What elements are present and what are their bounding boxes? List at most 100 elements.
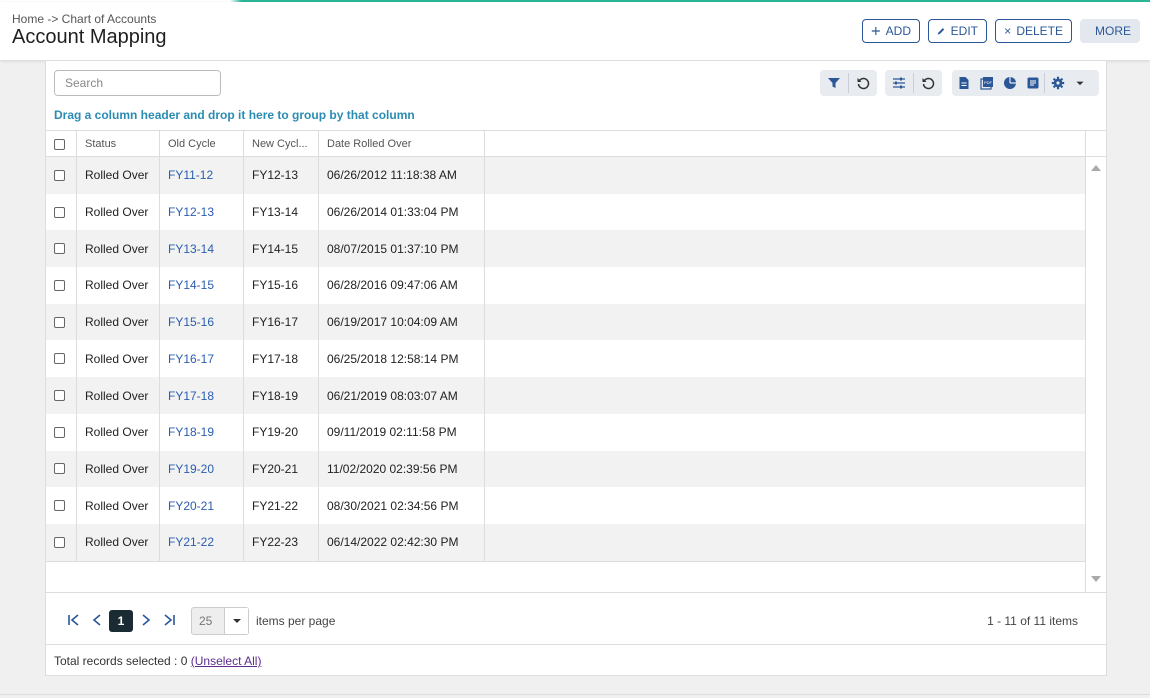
status-cell: Rolled Over [85, 535, 149, 550]
old-cycle-link[interactable]: FY12-13 [168, 194, 214, 231]
prev-page-button[interactable] [90, 611, 104, 629]
row-checkbox[interactable] [54, 316, 65, 328]
date-rolled-over-cell: 06/14/2022 02:42:30 PM [327, 535, 459, 550]
search-input[interactable] [55, 71, 220, 95]
row-checkbox[interactable] [54, 169, 65, 181]
table-row[interactable]: Rolled Over FY16-17 FY17-18 06/25/2018 12:5… [46, 341, 1085, 378]
table-row[interactable]: Rolled Over FY18-19 FY19-20 09/11/2019 02:1… [46, 414, 1085, 451]
table-row[interactable]: Rolled Over FY19-20 FY20-21 11/02/2020 02:3… [46, 450, 1085, 488]
row-select-cell [54, 267, 65, 304]
table-row[interactable]: Rolled Over FY13-14 FY14-15 08/07/2015 01:3… [46, 230, 1085, 268]
row-select-cell [54, 341, 65, 378]
last-page-button[interactable] [161, 611, 177, 629]
pager-info: 1 - 11 of 11 items [987, 614, 1078, 628]
settings-dropdown[interactable] [1071, 70, 1089, 96]
first-page-button[interactable] [66, 611, 82, 629]
report-button[interactable] [1021, 70, 1044, 96]
col-header-date-rolled-over[interactable]: Date Rolled Over [327, 131, 411, 157]
new-cycle-cell: FY21-22 [252, 498, 299, 513]
status-cell: Rolled Over [85, 205, 149, 220]
status-cell: Rolled Over [85, 425, 149, 440]
column-settings-button[interactable] [885, 70, 913, 96]
old-cycle-link[interactable]: FY16-17 [168, 341, 214, 378]
row-checkbox[interactable] [54, 390, 65, 402]
edit-button[interactable]: EDIT [928, 19, 987, 43]
new-cycle-cell: FY17-18 [252, 351, 299, 366]
date-rolled-over-cell: 06/28/2016 09:47:06 AM [327, 278, 458, 293]
old-cycle-link[interactable]: FY14-15 [168, 267, 214, 304]
column-divider [484, 131, 485, 561]
row-checkbox[interactable] [54, 279, 65, 291]
row-checkbox[interactable] [54, 206, 65, 218]
table-row[interactable]: Rolled Over FY14-15 FY15-16 06/28/2016 09:4… [46, 267, 1085, 304]
reset-columns-icon [922, 77, 935, 90]
column-tools [885, 70, 942, 96]
row-checkbox[interactable] [54, 500, 65, 512]
settings-button[interactable] [1045, 70, 1071, 96]
row-checkbox[interactable] [54, 243, 65, 255]
last-page-icon [164, 614, 175, 626]
current-page[interactable]: 1 [109, 610, 133, 632]
chart-icon [1003, 77, 1016, 89]
more-button[interactable]: MORE [1080, 19, 1140, 43]
table-row[interactable]: Rolled Over FY12-13 FY13-14 06/26/2014 01:3… [46, 194, 1085, 231]
vertical-scrollbar[interactable] [1085, 157, 1106, 593]
plus-icon [871, 26, 880, 36]
reset-filter-button[interactable] [849, 70, 877, 96]
col-header-status[interactable]: Status [85, 131, 116, 157]
column-settings-icon [893, 77, 905, 89]
old-cycle-link[interactable]: FY18-19 [168, 414, 214, 451]
breadcrumb[interactable]: Home -> Chart of Accounts [12, 12, 156, 26]
scroll-up-icon[interactable] [1091, 165, 1101, 171]
select-all-cell [54, 131, 66, 157]
select-all-checkbox[interactable] [54, 138, 65, 150]
group-drop-hint[interactable]: Drag a column header and drop it here to… [54, 108, 415, 122]
export-tools: PDF [952, 70, 1099, 96]
table-row[interactable]: Rolled Over FY17-18 FY18-19 06/21/2019 08:0… [46, 377, 1085, 414]
page-header: Home -> Chart of Accounts Account Mappin… [0, 2, 1150, 60]
row-checkbox[interactable] [54, 463, 65, 475]
column-divider [318, 131, 319, 561]
old-cycle-link[interactable]: FY13-14 [168, 230, 214, 267]
grid-panel: PDF Drag a column header and drop it her… [45, 60, 1107, 676]
filter-icon [828, 78, 840, 88]
row-checkbox[interactable] [54, 353, 65, 365]
bottom-divider [0, 694, 1150, 695]
per-page-select[interactable]: 25 [191, 607, 249, 635]
old-cycle-link[interactable]: FY19-20 [168, 451, 214, 488]
export-pdf-button[interactable]: PDF [975, 70, 998, 96]
row-select-cell [54, 414, 65, 451]
caret-down-icon [232, 619, 241, 623]
filter-button[interactable] [820, 70, 848, 96]
scroll-down-icon[interactable] [1091, 576, 1101, 582]
table-row[interactable]: Rolled Over FY15-16 FY16-17 06/19/2017 10:0… [46, 303, 1085, 341]
delete-button[interactable]: DELETE [995, 19, 1072, 43]
export-doc-button[interactable] [952, 70, 975, 96]
old-cycle-link[interactable]: FY15-16 [168, 304, 214, 341]
new-cycle-cell: FY14-15 [252, 241, 299, 256]
more-button-label: MORE [1095, 24, 1131, 38]
chevron-left-icon [92, 614, 101, 626]
col-header-old-cycle[interactable]: Old Cycle [168, 131, 216, 157]
table-row[interactable]: Rolled Over FY21-22 FY22-23 06/14/2022 02:4… [46, 524, 1085, 561]
old-cycle-link[interactable]: FY21-22 [168, 524, 214, 561]
status-cell: Rolled Over [85, 241, 149, 256]
next-page-button[interactable] [139, 611, 153, 629]
row-checkbox[interactable] [54, 426, 65, 438]
col-header-new-cycle[interactable]: New Cycl... [252, 131, 308, 157]
per-page-dropdown[interactable] [224, 608, 248, 634]
reset-filter-icon [857, 77, 870, 90]
new-cycle-cell: FY12-13 [252, 168, 299, 183]
reset-columns-button[interactable] [914, 70, 942, 96]
old-cycle-link[interactable]: FY11-12 [168, 157, 213, 194]
old-cycle-link[interactable]: FY17-18 [168, 377, 214, 414]
pencil-icon [937, 28, 945, 35]
unselect-all-link[interactable]: (Unselect All) [191, 654, 262, 668]
chart-button[interactable] [998, 70, 1021, 96]
old-cycle-link[interactable]: FY20-21 [168, 487, 214, 524]
table-row[interactable]: Rolled Over FY20-21 FY21-22 08/30/2021 02:3… [46, 487, 1085, 524]
table-row[interactable]: Rolled Over FY11-12 FY12-13 06/26/2012 11:1… [46, 157, 1085, 194]
add-button[interactable]: ADD [862, 19, 920, 43]
new-cycle-cell: FY13-14 [252, 205, 299, 220]
row-checkbox[interactable] [54, 536, 65, 548]
